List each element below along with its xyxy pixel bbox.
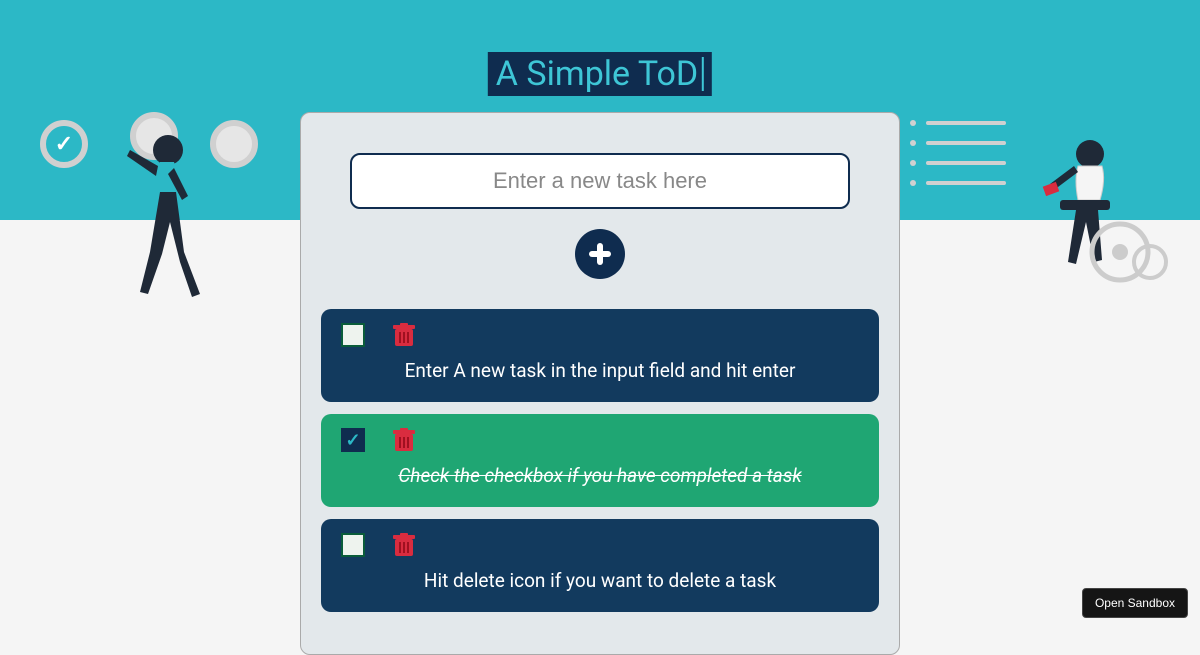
list-lines-icon (910, 120, 1006, 200)
illustration-right (910, 112, 1170, 312)
task-checkbox[interactable] (341, 323, 365, 347)
check-circle-icon: ✓ (40, 120, 88, 168)
task-item: Check the checkbox if you have completed… (321, 414, 879, 507)
page-title: A Simple ToD (488, 52, 712, 96)
add-button-wrapper (301, 229, 899, 279)
add-task-button[interactable] (575, 229, 625, 279)
trash-icon[interactable] (393, 428, 415, 452)
task-list: Enter A new task in the input field and … (301, 309, 899, 612)
todo-panel: Enter A new task in the input field and … (300, 112, 900, 655)
person-wheelchair-icon (1020, 132, 1170, 302)
task-checkbox[interactable] (341, 428, 365, 452)
task-item: Hit delete icon if you want to delete a … (321, 519, 879, 612)
task-item: Enter A new task in the input field and … (321, 309, 879, 402)
task-text: Check the checkbox if you have completed… (341, 464, 859, 487)
title-text: A Simple ToD (496, 54, 698, 94)
task-input[interactable] (350, 153, 850, 209)
trash-icon[interactable] (393, 323, 415, 347)
input-wrapper (301, 153, 899, 209)
task-text: Hit delete icon if you want to delete a … (341, 569, 859, 592)
typing-cursor (702, 57, 704, 91)
illustration-left: ✓ (40, 112, 280, 312)
task-text: Enter A new task in the input field and … (341, 359, 859, 382)
plus-icon (586, 240, 614, 268)
trash-icon[interactable] (393, 533, 415, 557)
open-sandbox-button[interactable]: Open Sandbox (1082, 588, 1188, 618)
task-checkbox[interactable] (341, 533, 365, 557)
person-walking-icon (110, 122, 220, 312)
